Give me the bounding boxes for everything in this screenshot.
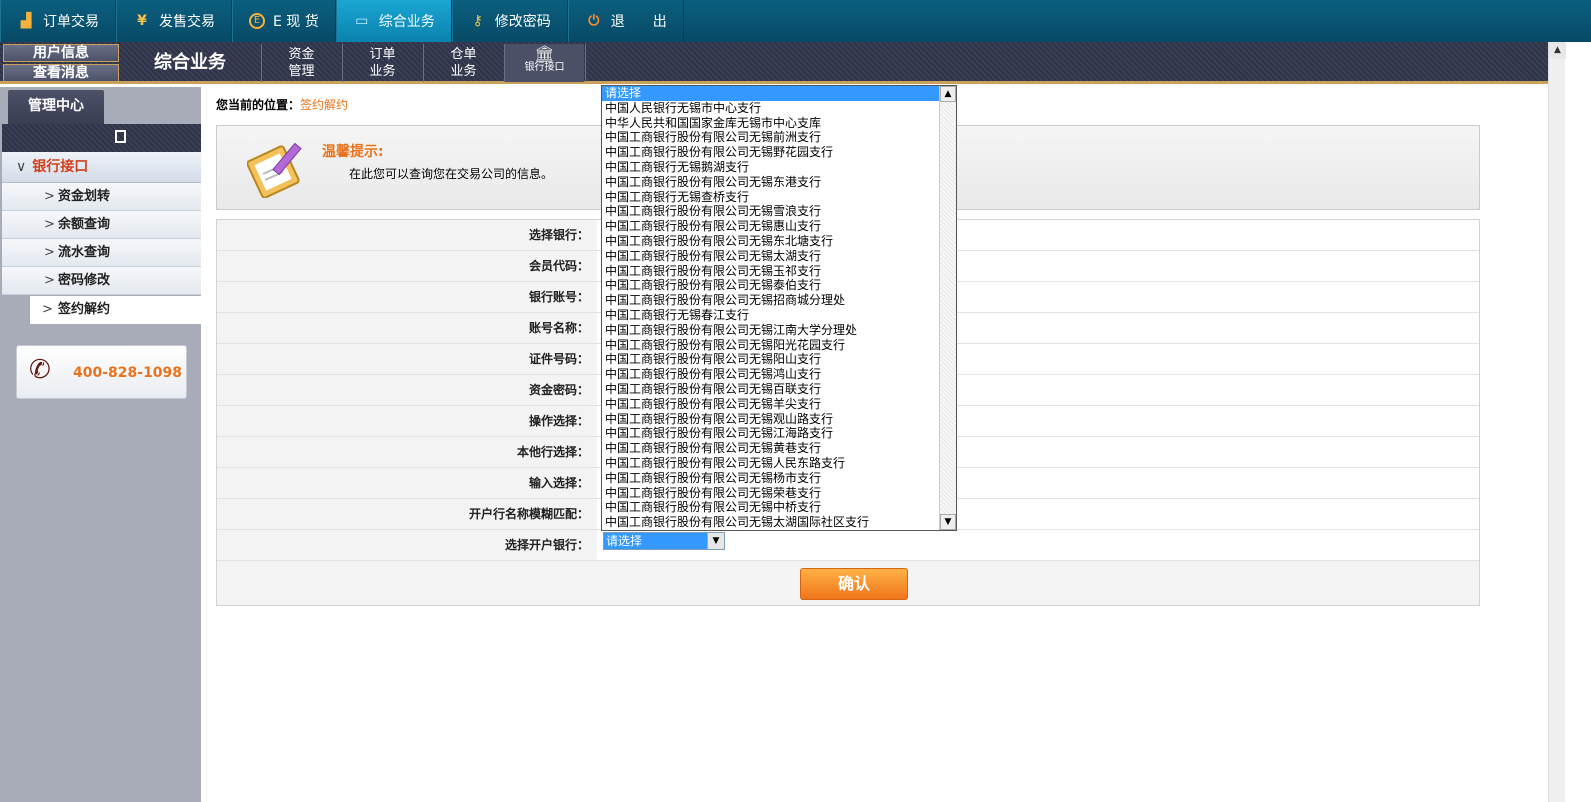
dropdown-option[interactable]: 中国工商银行股份有限公司无锡杨市支行 (602, 471, 940, 486)
tip-text: 在此您可以查询您在交易公司的信息。 (349, 167, 554, 181)
dropdown-option[interactable]: 中国工商银行股份有限公司无锡江南大学分理处 (602, 323, 940, 338)
tab-logout[interactable]: ⏻ 退 出 (567, 0, 684, 42)
tab-integrated-business[interactable]: ▭ 综合业务 (335, 0, 452, 42)
scroll-up-arrow-icon[interactable]: ▲ (1549, 42, 1566, 59)
user-info-button[interactable]: 用户信息 (3, 44, 119, 62)
dropdown-option[interactable]: 中国工商银行股份有限公司无锡阳光花园支行 (602, 338, 940, 353)
subnav-warehouse-business[interactable]: 仓单 业务 (423, 44, 503, 82)
sidebar-item-transaction-query[interactable]: > 流水查询 (2, 239, 201, 267)
key-icon: ⚷ (472, 13, 483, 29)
page-scrollbar[interactable]: ▲ (1548, 42, 1566, 802)
dropdown-option[interactable]: 中国工商银行股份有限公司无锡太湖国际社区支行 (602, 515, 940, 530)
tip-title: 温馨提示: (322, 144, 384, 160)
dropdown-option[interactable]: 中国工商银行股份有限公司无锡中桥支行 (602, 500, 940, 515)
dropdown-option[interactable]: 请选择 (602, 86, 940, 101)
section-title: 综合业务 (154, 52, 226, 73)
dropdown-option[interactable]: 中国工商银行股份有限公司无锡阳山支行 (602, 352, 940, 367)
bank-dropdown-list[interactable]: 请选择 中国人民银行无锡市中心支行 中华人民共和国国家金库无锡市中心支库 中国工商银行… (601, 85, 957, 531)
phone-icon: ✆ (29, 355, 51, 385)
chevron-right-icon: > (44, 189, 55, 204)
dropdown-option[interactable]: 中国工商银行股份有限公司无锡百联支行 (602, 382, 940, 397)
hotline-box: ✆ 400-828-1098 (16, 345, 187, 399)
subnav-fund-management[interactable]: 资金 管理 (261, 44, 341, 82)
dropdown-option[interactable]: 中国工商银行股份有限公司无锡玉祁支行 (602, 264, 940, 279)
dropdown-option[interactable]: 中国工商银行股份有限公司无锡雪浪支行 (602, 204, 940, 219)
dropdown-option[interactable]: 中国工商银行股份有限公司无锡太湖支行 (602, 249, 940, 264)
dropdown-option[interactable]: 中国工商银行股份有限公司无锡黄巷支行 (602, 441, 940, 456)
dropdown-option[interactable]: 中华人民共和国国家金库无锡市中心支库 (602, 116, 940, 131)
dropdown-option[interactable]: 中国工商银行股份有限公司无锡羊尖支行 (602, 397, 940, 412)
subnav-bank-interface[interactable]: 🏛 银行接口 (504, 44, 584, 82)
breadcrumb: 您当前的位置：签约解约 (216, 98, 349, 112)
sub-nav: 用户信息 查看消息 综合业务 资金 管理 订单 业务 仓单 业务 🏛 银行接口 (0, 42, 1548, 84)
sidebar-item-password-change[interactable]: > 密码修改 (2, 267, 201, 295)
top-nav: ▟ 订单交易 ¥ 发售交易 EE 现 货 ▭ 综合业务 ⚷ 修改密码 ⏻ 退 出 (0, 0, 1591, 42)
chevron-down-icon: ∨ (16, 159, 27, 175)
dropdown-option[interactable]: 中国工商银行股份有限公司无锡前洲支行 (602, 130, 940, 145)
dropdown-option[interactable]: 中国工商银行无锡春江支行 (602, 308, 940, 323)
chevron-right-icon: > (44, 217, 55, 232)
sidebar-collapse-bar[interactable] (2, 124, 201, 152)
chevron-right-icon: > (44, 273, 55, 288)
chevron-right-icon: > (42, 302, 53, 317)
dropdown-option[interactable]: 中国工商银行股份有限公司无锡野花园支行 (602, 145, 940, 160)
subnav-order-business[interactable]: 订单 业务 (342, 44, 422, 82)
dropdown-option[interactable]: 中国工商银行无锡查桥支行 (602, 190, 940, 205)
monitor-icon: ▭ (355, 13, 369, 29)
clipboard-pencil-icon (247, 142, 302, 198)
yen-icon: ¥ (137, 13, 147, 29)
dropdown-option[interactable]: 中国工商银行无锡鹅湖支行 (602, 160, 940, 175)
dropdown-option[interactable]: 中国工商银行股份有限公司无锡东北塘支行 (602, 234, 940, 249)
power-icon: ⏻ (588, 13, 600, 29)
e-coin-icon: E (249, 13, 265, 29)
dropdown-option[interactable]: 中国工商银行股份有限公司无锡鸿山支行 (602, 367, 940, 382)
open-bank-select[interactable]: 请选择 ▼ (603, 532, 725, 550)
dropdown-option[interactable]: 中国工商银行股份有限公司无锡东港支行 (602, 175, 940, 190)
tab-order-trading[interactable]: ▟ 订单交易 (0, 0, 116, 42)
tab-issue-trading[interactable]: ¥ 发售交易 (116, 0, 232, 42)
dropdown-option[interactable]: 中国工商银行股份有限公司无锡惠山支行 (602, 219, 940, 234)
dropdown-option[interactable]: 中国人民银行无锡市中心支行 (602, 101, 940, 116)
dropdown-option[interactable]: 中国工商银行股份有限公司无锡泰伯支行 (602, 278, 940, 293)
dropdown-scrollbar[interactable]: ▲ ▼ (939, 86, 956, 530)
hotline-number: 400-828-1098 (73, 365, 183, 381)
bank-icon: 🏛 (534, 44, 555, 63)
chevron-right-icon: > (44, 245, 55, 260)
scroll-down-arrow-icon[interactable]: ▼ (940, 514, 956, 530)
dropdown-option[interactable]: 中国工商银行股份有限公司无锡荣巷支行 (602, 486, 940, 501)
confirm-button[interactable]: 确认 (800, 568, 908, 600)
dropdown-option[interactable]: 中国工商银行股份有限公司无锡人民东路支行 (602, 456, 940, 471)
dropdown-option[interactable]: 中国工商银行股份有限公司无锡招商城分理处 (602, 293, 940, 308)
scroll-up-arrow-icon[interactable]: ▲ (940, 86, 956, 102)
sidebar-item-fund-transfer[interactable]: > 资金划转 (2, 183, 201, 211)
form-row: 选择开户银行： (217, 530, 1479, 561)
chart-icon: ▟ (20, 13, 32, 29)
sidebar-item-balance-query[interactable]: > 余额查询 (2, 211, 201, 239)
sidebar-group-bank-interface[interactable]: ∨ 银行接口 (2, 152, 201, 183)
breadcrumb-current[interactable]: 签约解约 (300, 98, 348, 112)
sidebar: 管理中心 ∨ 银行接口 > 资金划转 > 余额查询 > 流水查询 > 密码修改 > 签约解约… (0, 87, 201, 802)
chevron-down-icon[interactable]: ▼ (707, 533, 724, 549)
tab-e-spot[interactable]: EE 现 货 (232, 0, 336, 42)
dropdown-option[interactable]: 中国工商银行股份有限公司无锡观山路支行 (602, 412, 940, 427)
collapse-icon[interactable] (115, 130, 126, 143)
tab-change-password[interactable]: ⚷ 修改密码 (451, 0, 568, 42)
view-messages-button[interactable]: 查看消息 (3, 64, 119, 82)
sidebar-item-sign-cancel[interactable]: > 签约解约 (30, 296, 201, 324)
dropdown-option[interactable]: 中国工商银行股份有限公司无锡江海路支行 (602, 426, 940, 441)
sidebar-tab-management-center[interactable]: 管理中心 (8, 90, 104, 124)
